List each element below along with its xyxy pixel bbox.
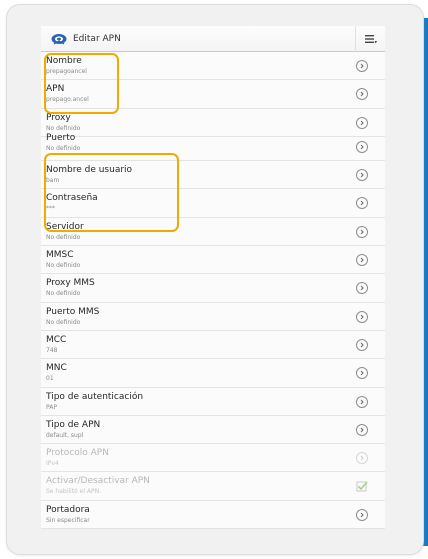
setting-label: Tipo de autenticación — [46, 391, 144, 402]
chevron-right-icon — [356, 254, 368, 267]
setting-label: MNC — [46, 363, 67, 374]
chevron-right-icon — [356, 225, 368, 238]
setting-mmsc[interactable]: MMSC No definido — [41, 246, 385, 275]
setting-value: prepago.ancel — [46, 96, 89, 104]
setting-label: Nombre — [46, 56, 82, 66]
setting-portadora[interactable]: Portadora Sin especificar — [41, 501, 385, 529]
setting-proxy-mms[interactable]: Proxy MMS No definido — [41, 274, 385, 303]
chevron-right-icon — [356, 60, 368, 72]
setting-value: bam — [46, 177, 60, 185]
setting-label: MMSC — [46, 250, 74, 261]
setting-value: prepagoancel — [46, 68, 87, 75]
chevron-right-icon — [356, 395, 368, 408]
setting-value: IPv4 — [46, 460, 59, 468]
chevron-right-icon — [356, 310, 368, 323]
setting-activar-desactivar-apn: Activar/Desactivar APN Se habilitó el AP… — [41, 472, 385, 501]
overflow-menu-icon — [364, 34, 377, 43]
chevron-right-icon — [356, 508, 368, 521]
setting-value: No definido — [46, 233, 81, 241]
screen: Editar APN Nombre prepagoancel APN prepa… — [41, 26, 385, 529]
chevron-right-icon — [356, 140, 368, 153]
setting-label: Puerto — [46, 132, 76, 143]
checkbox-checked-icon — [356, 481, 368, 492]
action-bar: Editar APN — [41, 26, 385, 52]
setting-label: Contraseña — [46, 193, 98, 204]
apn-settings-list: Nombre prepagoancel APN prepago.ancel Pr… — [41, 52, 385, 529]
settings-gear-icon[interactable] — [51, 32, 67, 46]
setting-label: Tipo de APN — [46, 419, 101, 430]
setting-value: No definido — [46, 290, 81, 298]
setting-mcc[interactable]: MCC 748 — [41, 331, 385, 360]
setting-value: No definido — [46, 262, 81, 270]
setting-label: MCC — [46, 334, 67, 345]
page-title: Editar APN — [73, 33, 121, 44]
setting-value: *** — [46, 205, 55, 213]
setting-servidor[interactable]: Servidor No definido — [41, 218, 385, 247]
setting-value: Se habilitó el APN. — [46, 488, 102, 496]
setting-value: 748 — [46, 346, 58, 354]
setting-tipo-de-apn[interactable]: Tipo de APN default, supl — [41, 416, 385, 445]
setting-label: Nombre de usuario — [46, 165, 133, 176]
setting-value: 01 — [46, 375, 54, 383]
setting-contrasena[interactable]: Contraseña *** — [41, 189, 385, 218]
chevron-right-icon — [356, 338, 368, 351]
setting-label: APN — [46, 84, 65, 95]
setting-value: PAP — [46, 403, 57, 411]
setting-label: Protocolo APN — [46, 448, 109, 459]
setting-label: Portadora — [46, 504, 90, 515]
setting-label: Proxy — [46, 112, 71, 123]
setting-tipo-de-autenticacion[interactable]: Tipo de autenticación PAP — [41, 388, 385, 416]
setting-label: Proxy MMS — [46, 278, 95, 289]
setting-apn[interactable]: APN prepago.ancel — [41, 80, 385, 109]
chevron-right-icon — [356, 423, 368, 436]
setting-value: No definido — [46, 318, 81, 326]
overflow-menu-button[interactable] — [355, 26, 385, 52]
setting-label: Servidor — [46, 221, 84, 232]
setting-nombre[interactable]: Nombre prepagoancel — [41, 52, 385, 81]
setting-mnc[interactable]: MNC 01 — [41, 359, 385, 388]
setting-value: No definido — [46, 124, 81, 132]
setting-puerto-mms[interactable]: Puerto MMS No definido — [41, 303, 385, 331]
setting-nombre-de-usuario[interactable]: Nombre de usuario bam — [41, 161, 385, 190]
setting-value: default, supl — [46, 431, 84, 439]
setting-puerto[interactable]: Puerto No definido — [41, 132, 385, 162]
chevron-right-icon — [356, 116, 368, 129]
setting-value: Sin especificar — [46, 516, 90, 524]
setting-label: Puerto MMS — [46, 306, 100, 317]
setting-label: Activar/Desactivar APN — [46, 476, 150, 487]
setting-protocolo-apn: Protocolo APN IPv4 — [41, 444, 385, 473]
setting-value: No definido — [46, 144, 81, 152]
